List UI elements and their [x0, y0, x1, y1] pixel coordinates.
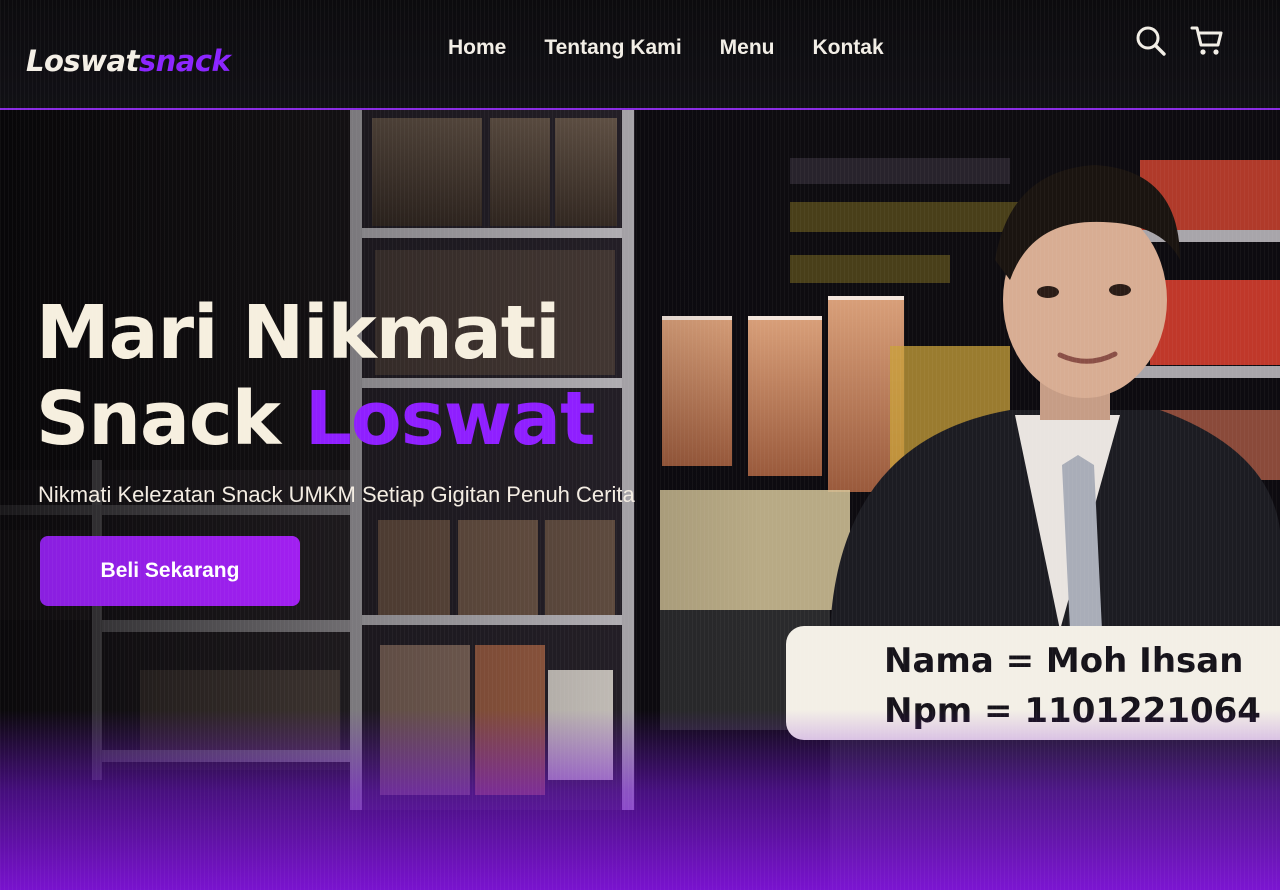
nav-menu: Home Tentang Kami Menu Kontak	[448, 36, 884, 60]
headline-line-2-accent: Loswat	[304, 376, 596, 462]
brand-logo-part-2: snack	[138, 44, 231, 78]
student-id-card: Nama = Moh Ihsan Npm = 1101221064	[786, 626, 1280, 740]
headline-line-1: Mari Nikmati	[36, 290, 560, 376]
student-npm: Npm = 1101221064	[884, 691, 1261, 731]
nav-link-home[interactable]: Home	[448, 36, 506, 60]
navbar: Loswatsnack Home Tentang Kami Menu Konta…	[0, 0, 1280, 110]
search-icon[interactable]	[1134, 24, 1168, 58]
hero-headline: Mari Nikmati Snack Loswat	[36, 290, 596, 462]
hero-section: Mari Nikmati Snack Loswat Nikmati Keleza…	[0, 110, 1280, 890]
nav-link-tentang-kami[interactable]: Tentang Kami	[544, 36, 681, 60]
headline-line-2-white: Snack	[36, 376, 281, 462]
nav-link-kontak[interactable]: Kontak	[812, 36, 883, 60]
student-name: Nama = Moh Ihsan	[884, 641, 1244, 681]
nav-icons	[1134, 24, 1224, 58]
buy-now-button[interactable]: Beli Sekarang	[40, 536, 300, 606]
brand-logo[interactable]: Loswatsnack	[26, 44, 231, 78]
cart-icon[interactable]	[1190, 24, 1224, 58]
nav-link-menu[interactable]: Menu	[720, 36, 775, 60]
hero-tagline: Nikmati Kelezatan Snack UMKM Setiap Gigi…	[38, 482, 635, 507]
landing-page: Loswatsnack Home Tentang Kami Menu Konta…	[0, 0, 1280, 890]
brand-logo-part-1: Loswat	[26, 44, 139, 78]
